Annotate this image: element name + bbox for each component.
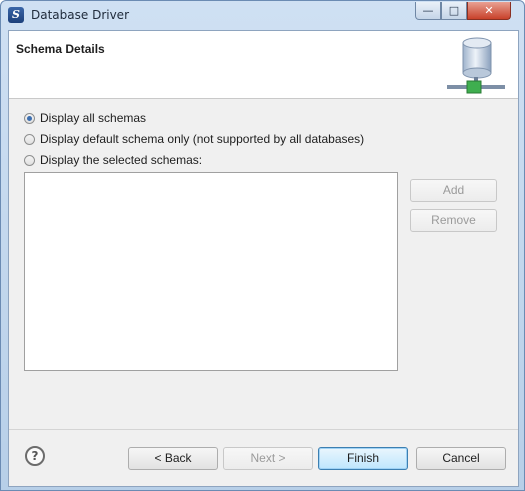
radio-default-schema[interactable]	[24, 133, 35, 145]
option-selected-schemas[interactable]: Display the selected schemas:	[24, 152, 202, 168]
remove-button[interactable]: Remove	[410, 209, 497, 232]
minimize-button[interactable]: —	[415, 2, 441, 20]
title-bar[interactable]: S Database Driver — □ ✕	[1, 1, 524, 29]
help-icon[interactable]: ?	[25, 446, 45, 466]
database-icon	[447, 37, 505, 94]
option-label: Display the selected schemas:	[40, 153, 203, 167]
dialog-content: Schema Details Display all schemas Displ…	[8, 30, 519, 487]
app-logo-icon: S	[8, 7, 24, 23]
dialog-window: S Database Driver — □ ✕ Schema Details D…	[0, 0, 525, 491]
next-button[interactable]: Next >	[223, 447, 313, 470]
add-button[interactable]: Add	[410, 179, 497, 202]
finish-button[interactable]: Finish	[318, 447, 408, 470]
maximize-button[interactable]: □	[441, 2, 467, 20]
option-label: Display default schema only (not support…	[40, 132, 365, 146]
radio-selected-schemas[interactable]	[24, 154, 35, 166]
radio-all-schemas[interactable]	[24, 112, 35, 124]
option-default-schema[interactable]: Display default schema only (not support…	[24, 131, 364, 147]
footer-divider	[9, 429, 518, 430]
option-label: Display all schemas	[40, 111, 147, 125]
wizard-header: Schema Details	[9, 31, 518, 99]
cancel-button[interactable]: Cancel	[416, 447, 506, 470]
close-button[interactable]: ✕	[467, 2, 511, 20]
back-button[interactable]: < Back	[128, 447, 218, 470]
window-title: Database Driver	[31, 8, 129, 22]
page-title: Schema Details	[16, 42, 105, 56]
schema-list[interactable]	[24, 172, 398, 371]
option-all-schemas[interactable]: Display all schemas	[24, 110, 146, 126]
